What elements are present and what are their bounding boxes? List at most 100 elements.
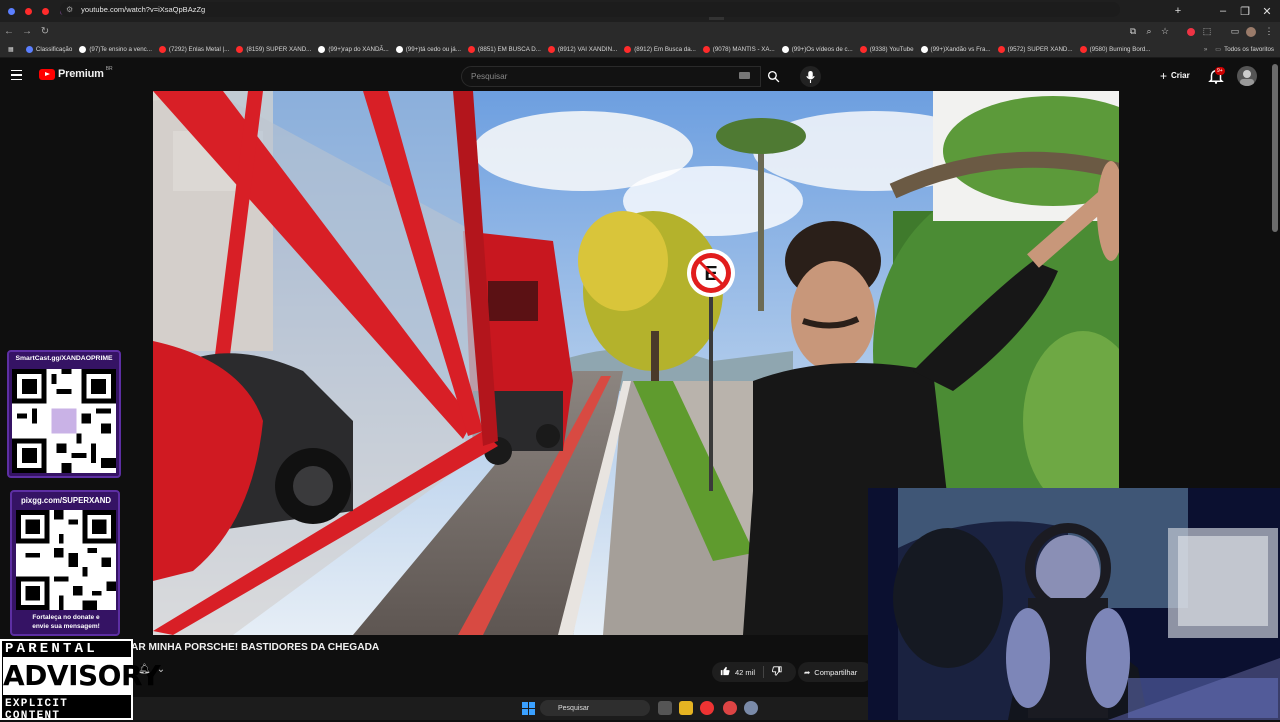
bookmark-item[interactable]: (9078) MANTIS - XA...	[702, 45, 775, 53]
settings-gear-icon[interactable]	[744, 701, 758, 715]
share-button[interactable]: ➦ Compartilhar	[798, 662, 872, 682]
browser-tab[interactable]	[38, 2, 53, 20]
logo-region: BR	[105, 66, 113, 72]
bookmark-label: (9338) YouTube	[869, 45, 914, 53]
dislike-button[interactable]	[772, 666, 782, 678]
create-label: Criar	[1171, 71, 1190, 80]
taskbar-search-box[interactable]: Pesquisar	[540, 700, 650, 716]
folder-icon: ▭	[1215, 46, 1222, 53]
share-arrow-icon: ➦	[804, 667, 811, 677]
file-explorer-icon[interactable]	[679, 701, 693, 715]
notification-count-badge: 9+	[1215, 67, 1225, 75]
qr-caption-line-1: Fortaleça no donate e	[32, 614, 100, 621]
extensions-puzzle-icon[interactable]: ⬚	[1198, 22, 1216, 41]
plus-icon: +	[1160, 68, 1168, 83]
browser-menu-icon[interactable]: ⋮	[1260, 22, 1278, 41]
task-view-icon[interactable]	[658, 701, 672, 715]
bookmark-label: (8159) SUPER XAND...	[246, 45, 312, 53]
bookmark-item[interactable]: (9338) YouTube	[859, 45, 914, 53]
new-tab-button[interactable]: +	[1167, 0, 1189, 22]
youtube-premium-logo[interactable]: Premium BR	[39, 66, 113, 80]
bookmark-favicon-icon	[79, 45, 87, 53]
keyboard-icon[interactable]	[739, 72, 750, 79]
browser-tab[interactable]	[21, 2, 36, 20]
bookmark-label: (99+)Xandão vs Fra...	[930, 45, 991, 53]
bookmark-label: (8912) Em Busca da...	[634, 45, 696, 53]
qr-pixgg-caption: Fortaleça no donate e envie sua mensagem…	[12, 613, 120, 631]
guide-menu-button[interactable]	[11, 66, 29, 84]
bookmark-item[interactable]: (8851) EM BUSCA D...	[467, 45, 541, 53]
bookmark-label: (9572) SUPER XAND...	[1007, 45, 1073, 53]
video-title: AR MINHA PORSCHE! BASTIDORES DA CHEGADA	[131, 642, 380, 653]
bookmark-item[interactable]: Classificação	[25, 45, 73, 53]
bookmark-item[interactable]: (99+)Os vídeos de c...	[781, 45, 853, 53]
bookmark-item[interactable]: (99+)Xandão vs Fra...	[920, 45, 991, 53]
bookmark-label: (8851) EM BUSCA D...	[477, 45, 541, 53]
bookmark-favicon-icon	[318, 45, 326, 53]
windows-start-icon[interactable]	[522, 702, 535, 715]
bookmark-label: (97)Te ensino a venc...	[89, 45, 152, 53]
address-bar[interactable]: ⚙ youtube.com/watch?v=iXsaQpBAzZg	[60, 2, 1120, 17]
bookmarks-bar: ▦ Classificação (97)Te ensino a venc... (7…	[0, 41, 1280, 58]
bookmark-label: Classificação	[35, 45, 73, 53]
minimize-window-button[interactable]: –	[1212, 0, 1234, 22]
like-button[interactable]	[720, 666, 730, 678]
account-avatar[interactable]	[1237, 66, 1257, 86]
back-arrow-icon[interactable]: ←	[0, 23, 18, 41]
bookmark-favicon-icon	[158, 45, 166, 53]
bookmark-item[interactable]: (9572) SUPER XAND...	[997, 45, 1073, 53]
tab-favicon-icon	[25, 7, 33, 15]
all-bookmarks-label: Todos os favoritos	[1224, 46, 1274, 53]
reload-icon[interactable]: ↻	[36, 23, 54, 41]
bookmark-item[interactable]: (7292) Enlas Metal |...	[158, 45, 230, 53]
taskbar-search-label: Pesquisar	[558, 704, 590, 712]
apps-grid-icon[interactable]: ▦	[8, 46, 14, 53]
profile-avatar-icon[interactable]	[1242, 22, 1260, 41]
streamer-webcam-overlay	[868, 488, 1280, 720]
youtube-play-icon	[39, 68, 55, 80]
bookmark-favicon-icon	[236, 45, 244, 53]
advisory-mid-text: ADVISORY	[3, 657, 161, 695]
close-window-button[interactable]: ✕	[1256, 0, 1278, 22]
qr-pixgg-url: pixgg.com/SUPERXAND	[20, 496, 112, 505]
bookmark-favicon-icon	[859, 45, 867, 53]
all-bookmarks-button[interactable]: » ▭ Todos os favoritos	[1204, 41, 1274, 58]
bookmark-item[interactable]: (99+)tá cedo ou já...	[395, 45, 461, 53]
windows-taskbar	[133, 697, 870, 720]
bookmark-label: (99+)Os vídeos de c...	[791, 45, 853, 53]
bookmark-item[interactable]: (99+)rap do XANDÃ...	[318, 45, 389, 53]
tab-favicon-icon	[42, 7, 50, 15]
chrome-icon[interactable]	[700, 701, 714, 715]
bookmark-favicon-icon	[547, 45, 555, 53]
bookmark-label: (7292) Enlas Metal |...	[168, 45, 230, 53]
more-bookmarks-icon[interactable]: »	[1204, 46, 1207, 53]
bookmark-item[interactable]: (8912) Em Busca da...	[624, 45, 696, 53]
create-button[interactable]: + Criar	[1152, 66, 1198, 85]
tab-favicon-icon	[8, 7, 16, 15]
bookmark-item[interactable]: (8159) SUPER XAND...	[236, 45, 312, 53]
scrollbar-thumb[interactable]	[1272, 64, 1278, 232]
chevron-down-icon[interactable]: ⌄	[157, 664, 165, 675]
thumbs-up-icon	[720, 666, 730, 676]
site-info-icon[interactable]: ⚙	[66, 5, 73, 14]
bookmark-label: (9580) Burning Bord...	[1089, 45, 1151, 53]
forward-arrow-icon[interactable]: →	[18, 23, 36, 41]
bookmark-item[interactable]: (97)Te ensino a venc...	[79, 45, 152, 53]
browser-toolbar: ← → ↻	[0, 22, 1280, 41]
notification-bell-small-icon[interactable]: 🔔︎	[138, 664, 151, 675]
bookmark-favicon-icon	[920, 45, 928, 53]
bookmark-item[interactable]: (9580) Burning Bord...	[1079, 45, 1151, 53]
voice-search-button[interactable]	[800, 66, 821, 87]
search-input[interactable]: Pesquisar	[461, 66, 761, 87]
bookmark-star-icon[interactable]: ☆	[1156, 22, 1174, 41]
browser-tab[interactable]	[4, 2, 19, 20]
maximize-window-button[interactable]: ❐	[1234, 0, 1256, 22]
qr-caption-line-2: envie sua mensagem!	[32, 623, 100, 630]
search-button[interactable]	[761, 66, 785, 87]
obs-icon[interactable]	[723, 701, 737, 715]
thumbs-down-icon	[772, 666, 782, 676]
bookmark-item[interactable]: (8912) VAI XANDIN...	[547, 45, 618, 53]
advisory-bottom-text: EXPLICIT CONTENT	[5, 698, 69, 722]
bookmark-favicon-icon	[702, 45, 710, 53]
bookmark-label: (8912) VAI XANDIN...	[557, 45, 618, 53]
